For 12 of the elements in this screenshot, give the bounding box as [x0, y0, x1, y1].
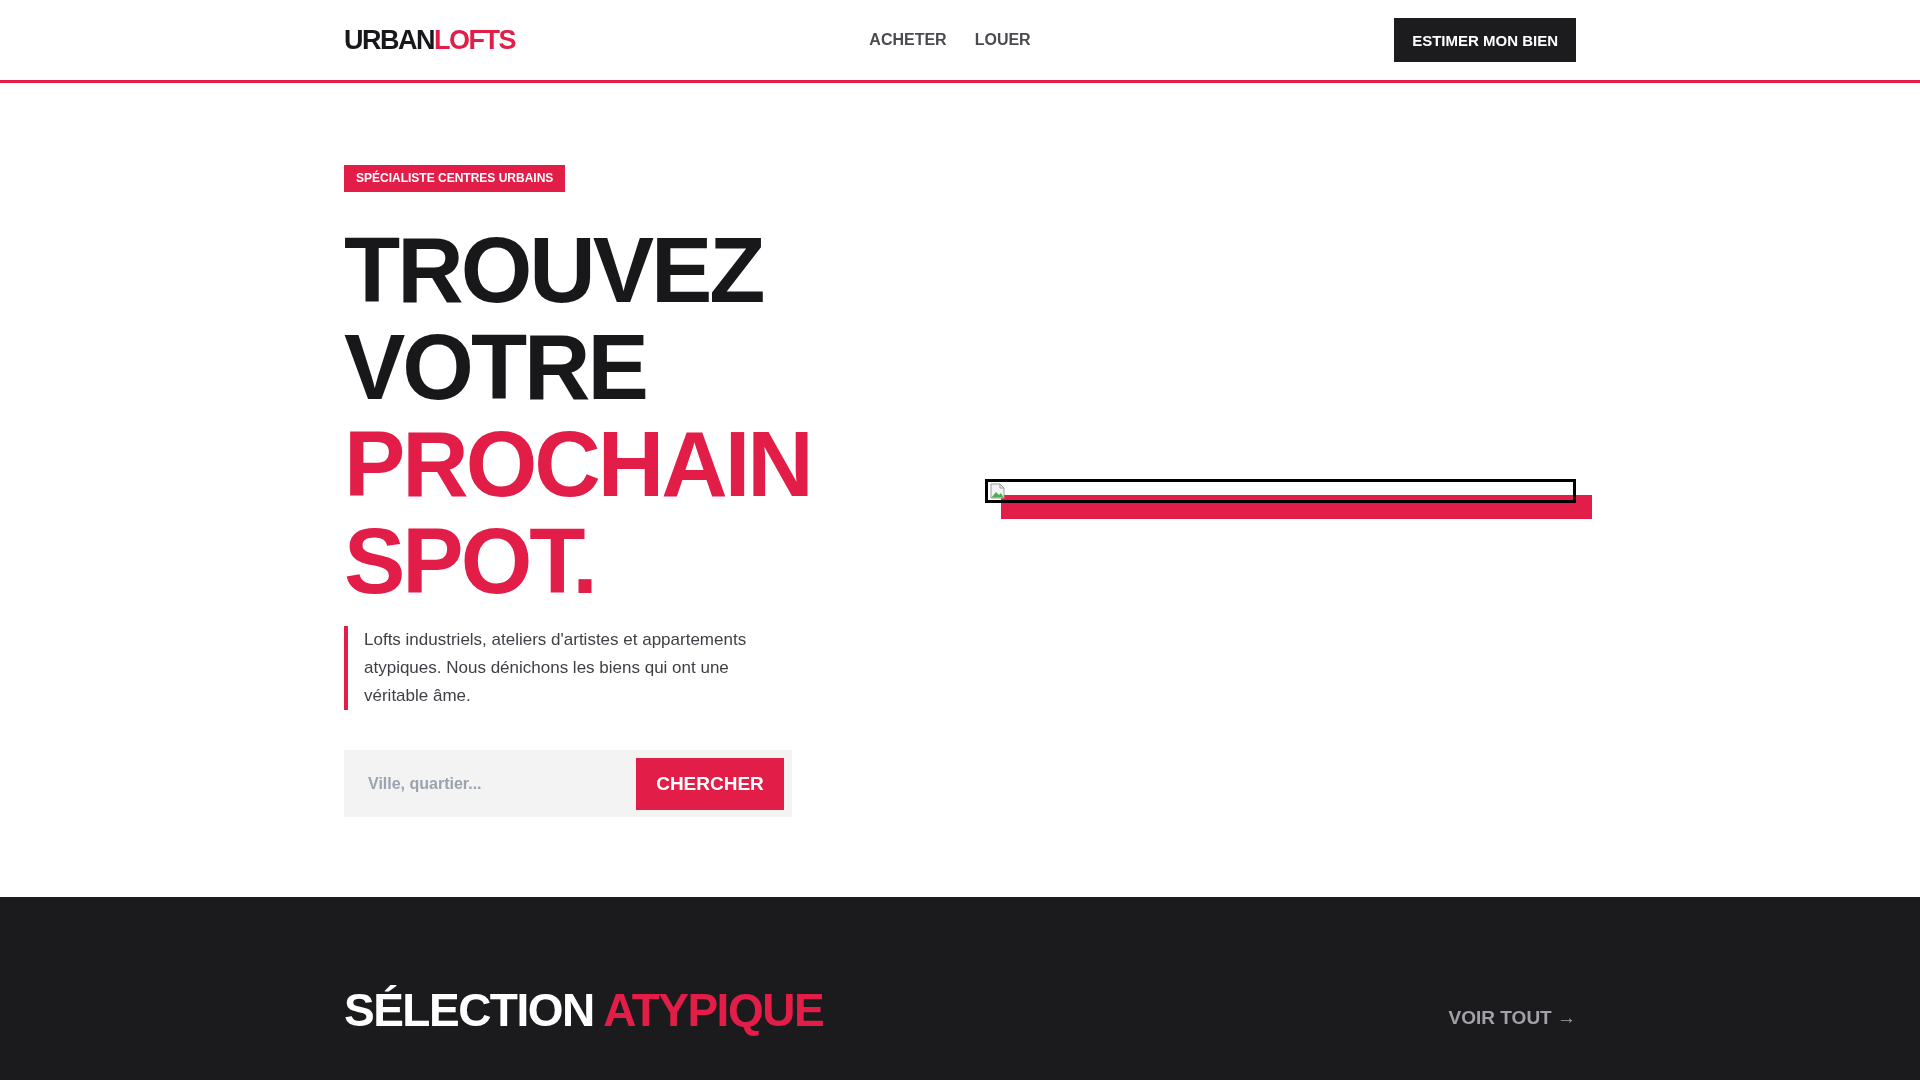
- badge: SPÉCIALISTE CENTRES URBAINS: [344, 165, 566, 192]
- search-button[interactable]: CHERCHER: [636, 757, 784, 810]
- estimate-button[interactable]: ESTIMER MON BIEN: [1394, 18, 1576, 62]
- see-all-link[interactable]: VOIR TOUT →: [1448, 1006, 1576, 1029]
- nav-link[interactable]: ACHETER: [869, 30, 947, 50]
- section-heading: SÉLECTION ATYPIQUE: [344, 983, 824, 1038]
- search-field[interactable]: Ville, quartier... CHERCHER: [344, 750, 792, 817]
- intro-text: Lofts industriels, ateliers d'artistes et appartements atypiques. Nous dénichons les biens qui ont une véritable âme.: [344, 626, 774, 710]
- hero-heading: TROUVEZ VOTRE PROCHAIN SPOT.: [344, 222, 811, 610]
- logo[interactable]: URBANLOFTS: [344, 26, 515, 54]
- nav-link[interactable]: LOUER: [974, 30, 1031, 50]
- broken-image-icon: [990, 483, 1006, 499]
